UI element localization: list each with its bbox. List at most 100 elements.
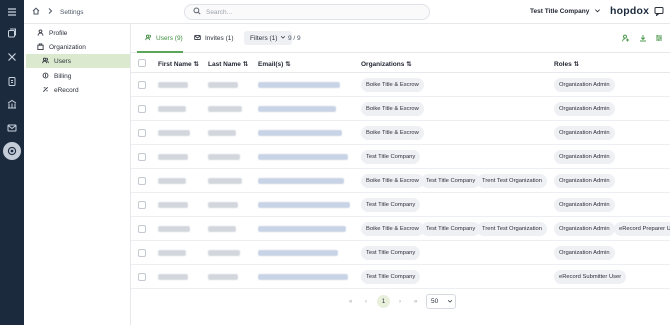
prev-page-icon[interactable]: ‹	[365, 299, 367, 305]
company-switcher[interactable]: Test Title Company	[530, 7, 601, 16]
last-name-redacted	[208, 130, 236, 136]
column-header-organizations[interactable]: Organizations ⇅	[361, 60, 412, 68]
brand-logo: hopdox	[610, 5, 650, 17]
column-title: Last Name	[208, 61, 241, 68]
download-icon[interactable]	[639, 34, 647, 42]
sidebar-item-label: Users	[54, 57, 71, 65]
first-name-redacted	[158, 82, 188, 88]
company-name: Test Title Company	[530, 8, 590, 15]
last-name-redacted	[208, 202, 238, 208]
row-checkbox[interactable]	[138, 153, 146, 161]
row-checkbox[interactable]	[138, 177, 146, 185]
email-redacted	[258, 226, 346, 232]
per-page-value: 50	[431, 298, 439, 305]
home-icon[interactable]	[32, 7, 40, 17]
filters-label: Filters (1)	[250, 34, 278, 42]
tab-bar: Users (9) Invites (1) Filters (1) 9 / 9	[131, 24, 670, 53]
menu-icon[interactable]	[6, 6, 18, 18]
first-name-redacted	[158, 274, 188, 280]
first-name-redacted	[158, 154, 188, 160]
first-name-redacted	[158, 202, 188, 208]
column-title: Organizations	[361, 61, 405, 68]
email-redacted	[258, 106, 336, 112]
add-user-icon[interactable]	[622, 34, 630, 42]
sort-icon: ⇅	[406, 61, 412, 68]
mail-icon[interactable]	[6, 122, 18, 134]
table-row[interactable]: Boike Title & Escrow Test Title Company Tr…	[131, 169, 670, 193]
last-page-icon[interactable]: »	[414, 299, 417, 305]
page-number-current[interactable]: 1	[377, 295, 390, 308]
rows-per-page-select[interactable]: 50	[426, 294, 456, 309]
column-header-emails[interactable]: Email(s) ⇅	[258, 60, 291, 68]
sidebar-item-organization[interactable]: Organization	[26, 40, 130, 54]
organization-chip: Boike Title & Escrow	[361, 222, 424, 236]
search-input[interactable]: Search...	[184, 4, 430, 20]
row-checkbox[interactable]	[138, 105, 146, 113]
chevron-down-icon	[447, 298, 453, 306]
filters-button[interactable]: Filters (1)	[244, 31, 293, 45]
sidebar-item-label: eRecord	[54, 86, 79, 94]
select-all-checkbox[interactable]	[138, 59, 146, 67]
row-checkbox[interactable]	[138, 81, 146, 89]
row-checkbox[interactable]	[138, 225, 146, 233]
table-row[interactable]: Boike Title & Escrow Organization Admin	[131, 121, 670, 145]
role-chip: eRecord Submitter User	[554, 270, 627, 284]
sidebar-item-billing[interactable]: Billing	[26, 69, 130, 83]
last-name-redacted	[208, 82, 238, 88]
table-row[interactable]: Boike Title & Escrow Organization Admin	[131, 97, 670, 121]
table-row[interactable]: Test Title Company Organization Admin	[131, 145, 670, 169]
column-header-last-name[interactable]: Last Name ⇅	[208, 60, 248, 68]
row-checkbox[interactable]	[138, 273, 146, 281]
sidebar-item-label: Billing	[54, 72, 72, 80]
organization-chip: Boike Title & Escrow	[361, 102, 424, 116]
envelope-icon	[194, 34, 201, 43]
bank-icon[interactable]	[6, 98, 18, 110]
last-name-redacted	[208, 274, 238, 280]
sidebar-item-erecord[interactable]: eRecord	[26, 83, 130, 97]
column-header-first-name[interactable]: First Name ⇅	[158, 60, 199, 68]
chevron-right-icon	[46, 7, 54, 17]
last-name-redacted	[208, 226, 236, 232]
settings-icon[interactable]	[3, 142, 21, 160]
documents-icon[interactable]	[6, 27, 18, 39]
role-chip: Organization Admin	[554, 78, 615, 92]
tab-invites[interactable]: Invites (1)	[194, 34, 234, 43]
search-icon	[193, 7, 201, 17]
organization-chip: Trent Test Organization	[477, 174, 547, 188]
role-chip: Organization Admin	[554, 222, 615, 236]
clipboard-icon[interactable]	[6, 75, 18, 87]
first-page-icon[interactable]: «	[349, 299, 352, 305]
sidebar-item-profile[interactable]: Profile	[26, 26, 130, 40]
result-count: 9 / 9	[288, 35, 301, 42]
user-icon	[37, 28, 44, 38]
sidebar-item-users[interactable]: Users	[26, 54, 130, 68]
erecord-icon	[42, 86, 49, 95]
organization-chip: Boike Title & Escrow	[361, 174, 424, 188]
tab-label: Invites (1)	[205, 35, 234, 42]
organization-chip: Boike Title & Escrow	[361, 126, 424, 140]
organization-chip: Test Title Company	[361, 150, 421, 164]
next-page-icon[interactable]: ›	[399, 299, 401, 305]
table-row[interactable]: Test Title Company eRecord Submitter User	[131, 265, 670, 289]
organization-chip: Trent Test Organization	[477, 222, 547, 236]
users-icon	[145, 34, 152, 43]
table-row[interactable]: Boike Title & Escrow Organization Admin	[131, 73, 670, 97]
tab-users[interactable]: Users (9)	[145, 34, 183, 43]
column-title: First Name	[158, 61, 192, 68]
row-checkbox[interactable]	[138, 249, 146, 257]
building-icon	[37, 42, 44, 52]
email-redacted	[258, 202, 350, 208]
column-header-roles[interactable]: Roles ⇅	[554, 60, 579, 68]
columns-settings-icon[interactable]	[655, 34, 663, 42]
table-row[interactable]: Test Title Company Organization Admin	[131, 241, 670, 265]
table-row[interactable]: Boike Title & Escrow Test Title Company Tr…	[131, 217, 670, 241]
row-checkbox[interactable]	[138, 201, 146, 209]
table-row[interactable]: Test Title Company Organization Admin	[131, 193, 670, 217]
organization-chip: Test Title Company	[421, 222, 481, 236]
sort-icon: ⇅	[285, 61, 291, 68]
sort-icon: ⇅	[573, 61, 579, 68]
chat-icon[interactable]	[654, 6, 664, 17]
tools-icon[interactable]	[6, 51, 18, 63]
row-checkbox[interactable]	[138, 129, 146, 137]
sidebar-item-label: Profile	[49, 29, 68, 37]
